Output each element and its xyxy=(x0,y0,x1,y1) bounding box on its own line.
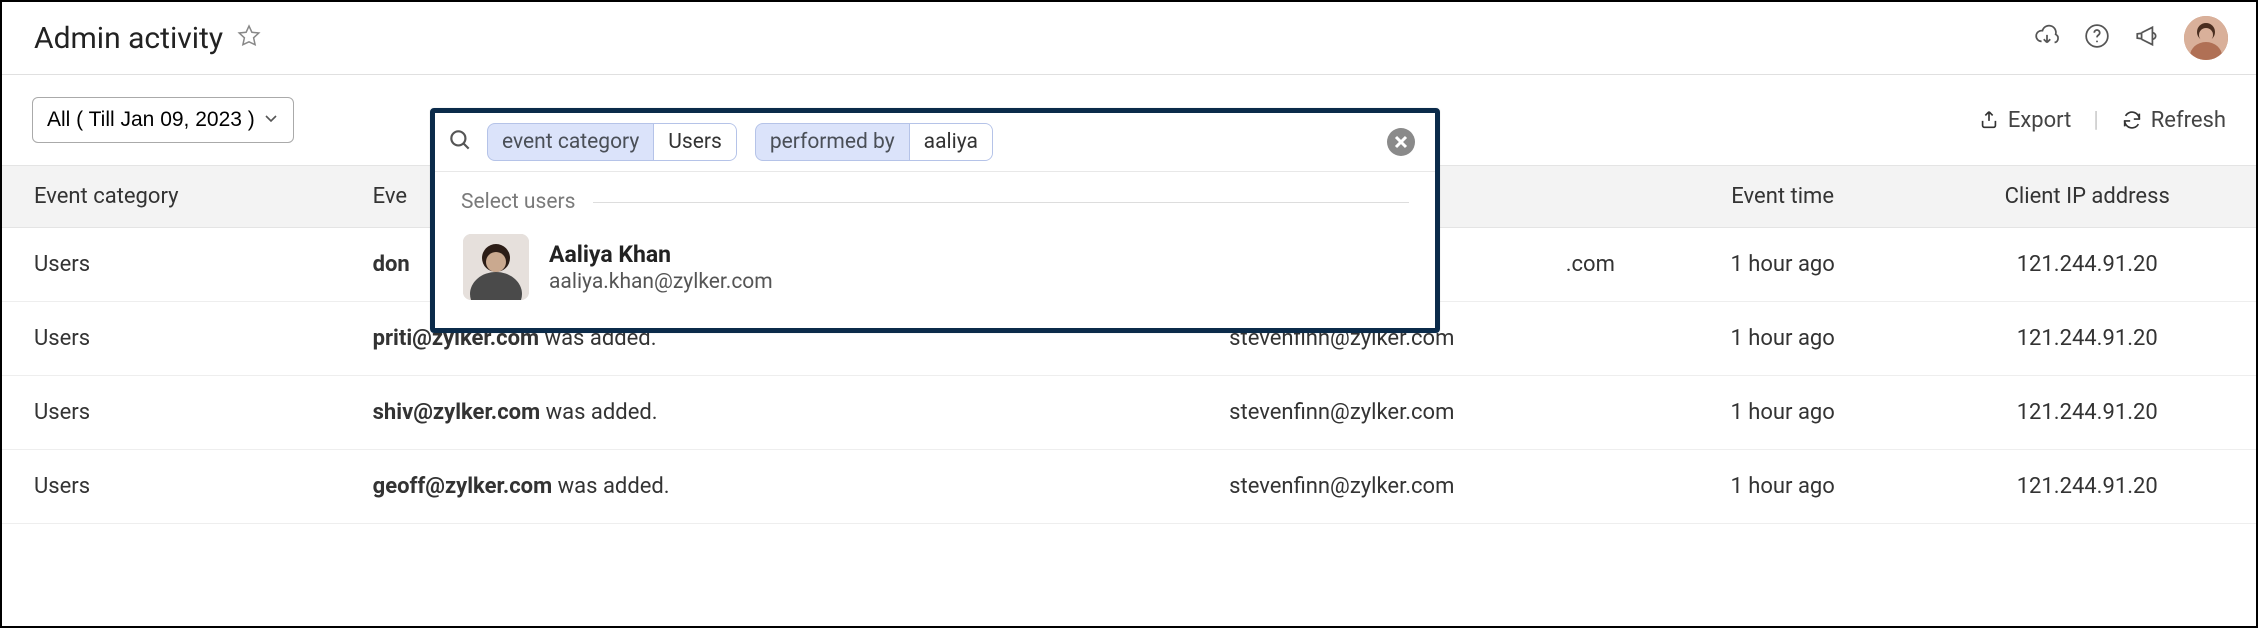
toolbar-right: Export | Refresh xyxy=(1978,108,2226,133)
cell-event-time: 1 hour ago xyxy=(1625,450,1941,524)
download-cloud-icon[interactable] xyxy=(2034,23,2060,54)
cell-client-ip: 121.244.91.20 xyxy=(1940,376,2256,450)
search-input-row[interactable]: event category Users performed by aaliya xyxy=(435,113,1435,172)
token-value: aaliya xyxy=(909,124,992,160)
cell-client-ip: 121.244.91.20 xyxy=(1940,228,2256,302)
cell-category: Users xyxy=(2,376,363,450)
cell-description: geoff@zylker.com was added. xyxy=(363,450,1220,524)
clear-search-button[interactable] xyxy=(1387,128,1415,156)
header-right xyxy=(2034,16,2228,60)
cell-description: shiv@zylker.com was added. xyxy=(363,376,1220,450)
cell-client-ip: 121.244.91.20 xyxy=(1940,302,2256,376)
date-filter-dropdown[interactable]: All ( Till Jan 09, 2023 ) xyxy=(32,97,294,143)
cell-client-ip: 121.244.91.20 xyxy=(1940,450,2256,524)
header-left: Admin activity xyxy=(34,21,261,56)
user-suggestion[interactable]: Aaliya Khan aaliya.khan@zylker.com xyxy=(461,228,1409,306)
cell-category: Users xyxy=(2,228,363,302)
chevron-down-icon xyxy=(263,108,279,132)
help-icon[interactable] xyxy=(2084,23,2110,54)
user-avatar xyxy=(463,234,529,300)
page-title: Admin activity xyxy=(34,21,223,56)
separator: | xyxy=(2093,108,2098,133)
col-client-ip[interactable]: Client IP address xyxy=(1940,166,2256,228)
col-event-category[interactable]: Event category xyxy=(2,166,363,228)
avatar[interactable] xyxy=(2184,16,2228,60)
cell-event-time: 1 hour ago xyxy=(1625,228,1941,302)
cell-category: Users xyxy=(2,450,363,524)
export-button[interactable]: Export xyxy=(1978,108,2072,133)
table-row[interactable]: Usersshiv@zylker.com was added.stevenfin… xyxy=(2,376,2256,450)
col-event-time[interactable]: Event time xyxy=(1625,166,1941,228)
token-label: performed by xyxy=(756,124,909,160)
filter-token-performed-by[interactable]: performed by aaliya xyxy=(755,123,993,161)
user-text: Aaliya Khan aaliya.khan@zylker.com xyxy=(549,241,773,294)
table-row[interactable]: Usersgeoff@zylker.com was added.stevenfi… xyxy=(2,450,2256,524)
date-filter-label: All ( Till Jan 09, 2023 ) xyxy=(47,108,255,132)
cell-event-time: 1 hour ago xyxy=(1625,376,1941,450)
export-label: Export xyxy=(2008,108,2072,133)
refresh-label: Refresh xyxy=(2151,108,2226,133)
cell-category: Users xyxy=(2,302,363,376)
refresh-button[interactable]: Refresh xyxy=(2121,108,2226,133)
search-icon xyxy=(447,127,473,158)
megaphone-icon[interactable] xyxy=(2134,23,2160,54)
cell-event-time: 1 hour ago xyxy=(1625,302,1941,376)
divider xyxy=(593,202,1409,203)
suggestion-area: Select users Aaliya Khan aaliya.khan@zyl… xyxy=(435,172,1435,328)
cell-performed-by: stevenfinn@zylker.com xyxy=(1219,376,1625,450)
user-name: Aaliya Khan xyxy=(549,241,773,268)
star-icon[interactable] xyxy=(237,24,261,53)
user-email: aaliya.khan@zylker.com xyxy=(549,270,773,294)
filter-token-category[interactable]: event category Users xyxy=(487,123,737,161)
page-header: Admin activity xyxy=(2,2,2256,75)
suggestion-header: Select users xyxy=(461,190,1409,214)
search-popover: event category Users performed by aaliya… xyxy=(430,108,1440,333)
token-value: Users xyxy=(653,124,736,160)
suggestion-header-text: Select users xyxy=(461,190,575,214)
token-label: event category xyxy=(488,124,653,160)
cell-performed-by: stevenfinn@zylker.com xyxy=(1219,450,1625,524)
